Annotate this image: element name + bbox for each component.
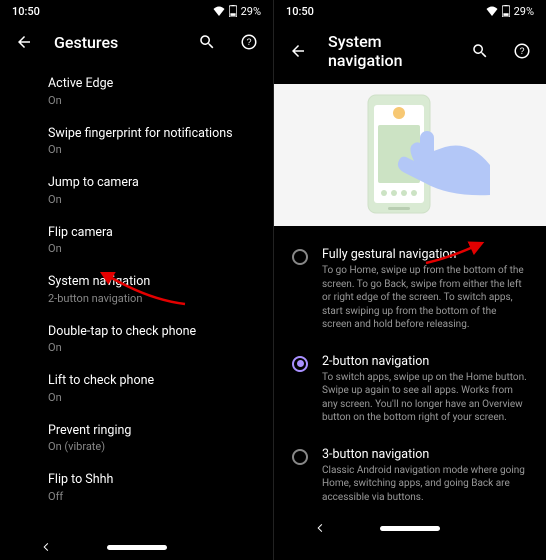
navigation-bar [0,534,273,560]
status-time: 10:50 [12,5,40,18]
phone-right: 10:50 29% System navigation ? [273,0,546,560]
navigation-options: Fully gestural navigation To go Home, sw… [274,226,546,515]
nav-home-pill[interactable] [107,545,167,550]
setting-prevent-ringing[interactable]: Prevent ringing On (vibrate) [0,413,273,463]
setting-flip-camera[interactable]: Flip camera On [0,215,273,265]
svg-text:?: ? [246,37,251,47]
page-header: Gestures ? [0,22,273,66]
setting-swipe-fingerprint[interactable]: Swipe fingerprint for notifications On [0,116,273,166]
setting-lift-to-check[interactable]: Lift to check phone On [0,363,273,413]
radio-icon[interactable] [292,449,308,465]
status-right: 29% [213,5,261,18]
nav-home-pill[interactable] [380,526,440,531]
status-bar: 10:50 29% [274,0,546,22]
settings-list: Active Edge On Swipe fingerprint for not… [0,66,273,534]
setting-system-navigation[interactable]: System navigation 2-button navigation [0,264,273,314]
search-icon[interactable] [470,41,490,61]
status-right: 29% [486,5,534,18]
battery-text: 29% [514,5,534,18]
setting-active-edge[interactable]: Active Edge On [0,66,273,116]
illustration [274,84,546,226]
setting-jump-to-camera[interactable]: Jump to camera On [0,165,273,215]
status-time: 10:50 [286,5,314,18]
radio-icon[interactable] [292,356,308,372]
navigation-bar [274,515,546,541]
back-icon[interactable] [288,41,308,61]
phone-left: 10:50 29% Gestures ? Active Edge On Swip… [0,0,273,560]
option-three-button[interactable]: 3-button navigation Classic Android navi… [292,436,528,516]
svg-text:?: ? [519,46,524,56]
battery-icon [502,5,510,17]
back-icon[interactable] [14,32,34,52]
nav-back-icon[interactable] [40,538,52,557]
battery-text: 29% [241,5,261,18]
status-bar: 10:50 29% [0,0,273,22]
wifi-icon [486,6,498,16]
option-fully-gestural[interactable]: Fully gestural navigation To go Home, sw… [292,236,528,343]
search-icon[interactable] [197,32,217,52]
nav-back-icon[interactable] [314,519,326,538]
setting-flip-to-shhh[interactable]: Flip to Shhh Off [0,462,273,512]
option-two-button[interactable]: 2-button navigation To switch apps, swip… [292,343,528,436]
page-title: System navigation [328,32,454,70]
help-icon[interactable]: ? [512,41,532,61]
help-icon[interactable]: ? [239,32,259,52]
wifi-icon [213,6,225,16]
setting-double-tap[interactable]: Double-tap to check phone On [0,314,273,364]
page-header: System navigation ? [274,22,546,84]
page-title: Gestures [54,33,181,52]
battery-icon [229,5,237,17]
radio-icon[interactable] [292,249,308,265]
